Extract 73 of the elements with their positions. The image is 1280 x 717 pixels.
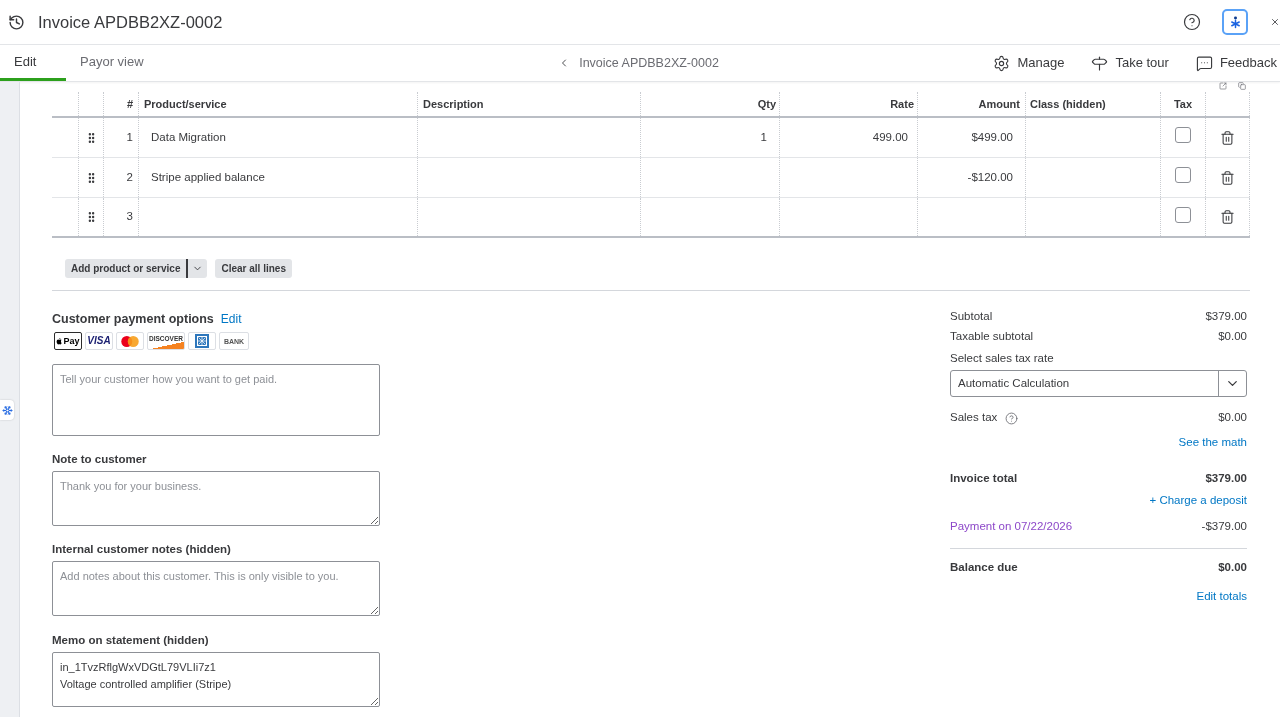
note-field[interactable]: in_1TvzRflgWxVDGtL79VLIi7z1 Voltage controlled amplifier (Stripe) <box>52 652 380 707</box>
table-cell: $499.00 <box>917 118 1025 157</box>
section-title: Customer payment options <box>52 310 214 328</box>
edit-totals-link[interactable]: Edit totals <box>1196 588 1247 604</box>
signpost-icon <box>1091 54 1109 72</box>
total-value: -$379.00 <box>1201 519 1247 535</box>
payment-logo: VISA <box>85 332 113 350</box>
table-cell: 499.00 <box>779 118 917 157</box>
edit-link[interactable]: Edit <box>220 310 242 328</box>
column-header: Tax <box>1160 92 1205 116</box>
total-value: $0.00 <box>1218 560 1247 576</box>
add-product-button[interactable]: Add product or service <box>65 259 187 278</box>
invoice-back-link[interactable]: Invoice APDBB2XZ-0002 <box>558 45 719 81</box>
trash-icon[interactable] <box>1220 209 1235 225</box>
column-header: Amount <box>917 92 1025 116</box>
total-label: Sales tax <box>950 410 998 426</box>
table-cell: 3 <box>103 198 138 236</box>
column-header: # <box>103 92 138 116</box>
column-header: Description <box>417 92 640 116</box>
page-title: Invoice APDBB2XZ-0002 <box>38 11 223 33</box>
apple-icon <box>56 337 63 345</box>
payment-message-field[interactable]: Tell your customer how you want to get paid. <box>52 364 380 436</box>
toolbar-button[interactable]: Take tour <box>1091 53 1169 73</box>
tax-rate-select[interactable]: Automatic Calculation <box>950 370 1247 397</box>
checkbox[interactable] <box>1175 207 1191 223</box>
trash-icon[interactable] <box>1220 169 1235 186</box>
total-label: Subtotal <box>950 309 993 325</box>
asterisk-icon <box>1228 15 1242 29</box>
assistant-button[interactable] <box>1222 9 1248 35</box>
total-label: Balance due <box>950 560 1018 576</box>
field-label: Note to customer <box>52 452 148 466</box>
tab[interactable]: Payor view <box>66 45 156 81</box>
table-cell: 1 <box>640 118 779 157</box>
snowflake-icon[interactable] <box>0 400 14 420</box>
total-value: $379.00 <box>1205 309 1247 325</box>
logo-text: Pay <box>63 336 80 346</box>
trash-icon[interactable] <box>1220 129 1235 146</box>
total-value: $0.00 <box>1218 329 1247 345</box>
table-cell: Stripe applied balance <box>138 158 417 197</box>
clear-lines-button[interactable]: Clear all lines <box>215 259 292 278</box>
gear-icon <box>993 54 1011 72</box>
table-cell: -$120.00 <box>917 158 1025 197</box>
field-label: Select sales tax rate <box>950 351 1055 366</box>
column-header: Rate <box>779 92 917 116</box>
total-label: Taxable subtotal <box>950 329 1034 345</box>
share-icon[interactable] <box>1218 82 1228 90</box>
checkbox[interactable] <box>1175 167 1191 183</box>
add-options-button[interactable] <box>186 259 208 278</box>
total-value: $0.00 <box>1218 410 1247 426</box>
field-label: Memo on statement (hidden) <box>52 633 210 647</box>
table-cell: Data Migration <box>138 118 417 157</box>
toolbar-button[interactable]: Feedback <box>1195 53 1277 73</box>
card-logo-icon <box>188 332 216 350</box>
field-label: Internal customer notes (hidden) <box>52 542 232 556</box>
total-value: $379.00 <box>1205 471 1247 487</box>
toolbar-button[interactable]: Manage <box>993 53 1065 73</box>
note-field[interactable]: Thank you for your business. <box>52 471 380 526</box>
charge-deposit-link[interactable]: + Charge a deposit <box>1149 492 1247 508</box>
column-header: Qty <box>640 92 779 116</box>
table-cell: 2 <box>103 158 138 197</box>
chat-bubble-icon <box>1195 54 1213 72</box>
checkbox[interactable] <box>1175 127 1191 143</box>
history-icon[interactable] <box>8 13 25 31</box>
close-icon[interactable] <box>1270 16 1280 28</box>
table-cell: 1 <box>103 118 138 157</box>
help-icon[interactable] <box>1183 13 1201 31</box>
column-header: Product/service <box>138 92 417 116</box>
see-math-link[interactable]: See the math <box>1178 434 1247 450</box>
card-logo-icon <box>116 332 144 350</box>
note-field[interactable]: Add notes about this customer. This is only visible to you. <box>52 561 380 616</box>
total-label: Invoice total <box>950 471 1018 487</box>
column-header: Class (hidden) <box>1025 92 1160 116</box>
payment-link[interactable]: Payment on 07/22/2026 <box>950 518 1073 536</box>
